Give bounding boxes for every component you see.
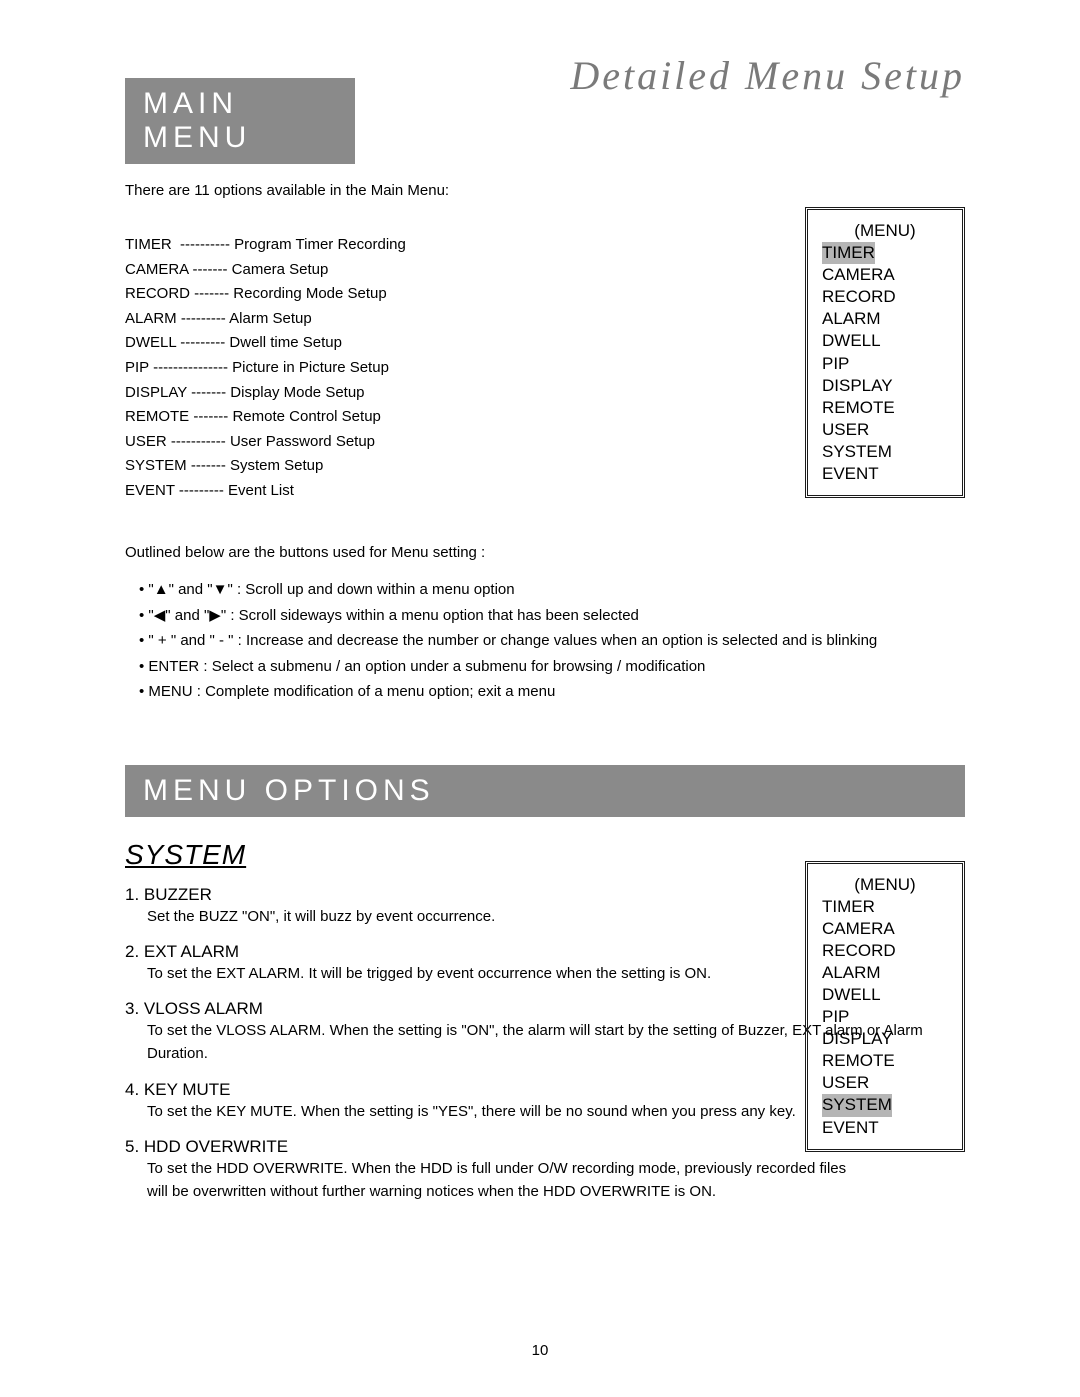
menu-box-2-item: CAMERA: [822, 919, 895, 938]
menu-box-2-item: DWELL: [822, 985, 881, 1004]
instructions-lead: Outlined below are the buttons used for …: [125, 540, 965, 566]
menu-box-2-item: ALARM: [822, 963, 881, 982]
menu-box-2-item: RECORD: [822, 941, 896, 960]
menu-box-1-item: DISPLAY: [822, 376, 893, 395]
instruction-line: " + " and " - " : Increase and decrease …: [125, 628, 965, 654]
system-item-desc: To set the KEY MUTE. When the setting is…: [125, 1100, 867, 1123]
menu-box-1-item: ALARM: [822, 309, 881, 328]
menu-box-1-item: RECORD: [822, 287, 896, 306]
instruction-line: MENU : Complete modification of a menu o…: [125, 679, 965, 705]
menu-box-1-item: CAMERA: [822, 265, 895, 284]
main-menu-intro: There are 11 options available in the Ma…: [125, 182, 965, 199]
menu-box-2-item: USER: [822, 1073, 869, 1092]
menu-box-2-item: TIMER: [822, 897, 875, 916]
menu-box-2-header: (MENU): [822, 874, 948, 896]
menu-box-1-header: (MENU): [822, 220, 948, 242]
menu-box-1-item: EVENT: [822, 464, 879, 483]
menu-box-1-item: PIP: [822, 354, 849, 373]
menu-box-1-item: USER: [822, 420, 869, 439]
instruction-line: ENTER : Select a submenu / an option und…: [125, 654, 965, 680]
menu-options-heading: MENU OPTIONS: [125, 765, 965, 817]
system-item-desc: To set the HDD OVERWRITE. When the HDD i…: [125, 1157, 867, 1204]
menu-box-2-item: SYSTEM: [822, 1094, 892, 1116]
instruction-line: "◀" and "▶" : Scroll sideways within a m…: [125, 603, 965, 629]
instruction-line: "▲" and "▼" : Scroll up and down within …: [125, 577, 965, 603]
menu-box-1-item: SYSTEM: [822, 442, 892, 461]
main-menu-heading: MAIN MENU: [125, 78, 355, 164]
menu-box-1-item: DWELL: [822, 331, 881, 350]
menu-box-1: (MENU) TIMERCAMERA RECORD ALARM DWELL PIP DIS…: [805, 207, 965, 498]
menu-box-2-item: DISPLAY: [822, 1029, 893, 1048]
page-number: 10: [0, 1342, 1080, 1359]
menu-box-2: (MENU) TIMER CAMERA RECORD ALARM DWELL PIP DIS…: [805, 861, 965, 1152]
page-title: Detailed Menu Setup: [570, 52, 965, 99]
menu-box-1-item: TIMER: [822, 242, 875, 264]
menu-box-2-item: PIP: [822, 1007, 849, 1026]
menu-box-2-item: REMOTE: [822, 1051, 895, 1070]
menu-box-2-item: EVENT: [822, 1118, 879, 1137]
instructions-block: Outlined below are the buttons used for …: [125, 540, 965, 705]
menu-box-1-item: REMOTE: [822, 398, 895, 417]
